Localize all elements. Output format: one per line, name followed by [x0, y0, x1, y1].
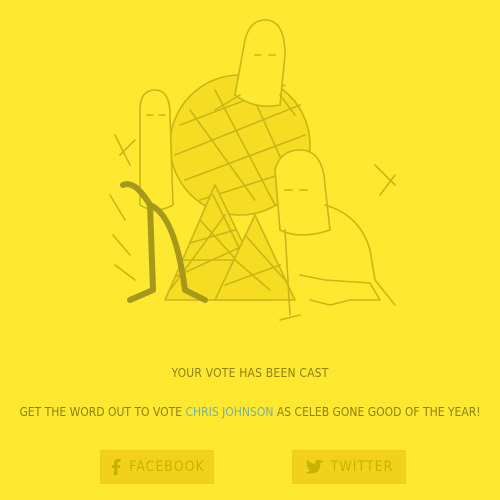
twitter-button-label: TWITTER [330, 459, 394, 475]
share-prompt-prefix: GET THE WORD OUT TO VOTE [19, 405, 183, 419]
candidate-name: CHRIS JOHNSON [185, 405, 274, 419]
vote-cast-headline: YOUR VOTE HAS BEEN CAST [171, 366, 329, 380]
vote-confirmation-page: YOUR VOTE HAS BEEN CAST GET THE WORD OUT… [0, 0, 500, 500]
facebook-icon [109, 458, 123, 476]
share-prompt: GET THE WORD OUT TO VOTE CHRIS JOHNSON A… [0, 405, 500, 419]
share-prompt-suffix: AS CELEB GONE GOOD OF THE YEAR! [276, 405, 481, 419]
facebook-share-button[interactable]: FACEBOOK [100, 450, 214, 484]
facebook-button-label: FACEBOOK [129, 459, 205, 475]
hooded-figures-illustration [109, 19, 396, 321]
twitter-share-button[interactable]: TWITTER [292, 450, 406, 484]
twitter-icon [304, 459, 325, 475]
